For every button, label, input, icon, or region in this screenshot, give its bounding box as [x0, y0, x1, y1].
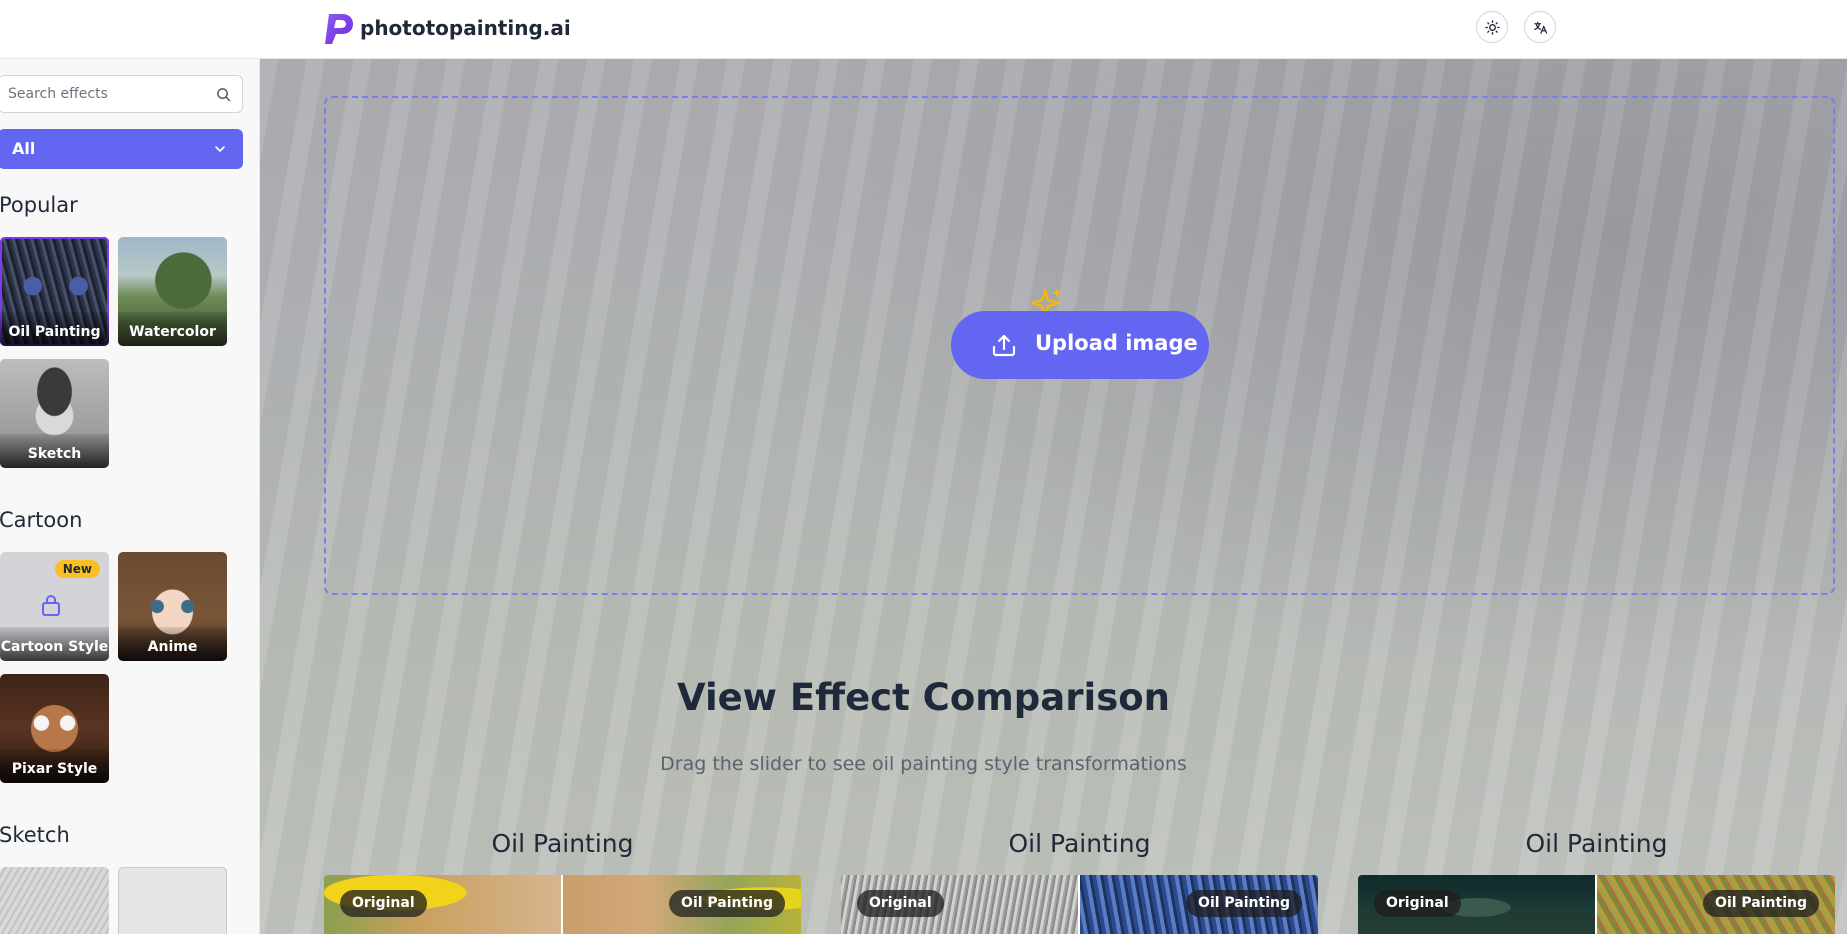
effect-card-label: Oil Painting — [0, 312, 109, 346]
upload-image-button[interactable]: Upload image — [951, 311, 1209, 379]
search-placeholder: Search effects — [8, 86, 108, 102]
effect-card-anime[interactable]: Anime — [118, 552, 227, 661]
oil-painting-label: Oil Painting — [669, 890, 785, 917]
search-input[interactable]: Search effects — [0, 75, 243, 113]
main-content — [260, 59, 1847, 934]
chevron-down-icon — [215, 146, 225, 152]
comparison-subtitle: Drag the slider to see oil painting styl… — [660, 753, 1187, 775]
effect-card-label: Cartoon Style — [0, 627, 109, 661]
comparison-slider-3[interactable]: Original Oil Painting — [1358, 875, 1835, 934]
section-title-popular: Popular — [0, 193, 78, 217]
lock-icon — [42, 594, 60, 616]
upload-icon — [992, 334, 1016, 357]
effect-card-label: Anime — [118, 627, 227, 661]
original-label: Original — [857, 890, 944, 917]
comparison-title-1: Oil Painting — [491, 829, 634, 858]
original-label: Original — [340, 890, 427, 917]
effect-card-sketch-portrait-1[interactable] — [0, 867, 109, 934]
effect-card-label: Watercolor — [118, 312, 227, 346]
translate-icon — [1533, 21, 1547, 34]
slider-divider[interactable] — [1595, 875, 1597, 934]
effect-card-label: Sketch — [0, 434, 109, 468]
comparison-title-3: Oil Painting — [1525, 829, 1668, 858]
section-title-cartoon: Cartoon — [0, 508, 83, 532]
effect-card-watercolor[interactable]: Watercolor — [118, 237, 227, 346]
sun-icon — [1484, 19, 1500, 35]
effect-card-cartoon-style[interactable]: New Cartoon Style — [0, 552, 109, 661]
new-badge: New — [54, 560, 100, 578]
comparison-title: View Effect Comparison — [677, 676, 1170, 719]
effect-card-sketch-portrait-2[interactable] — [118, 867, 227, 934]
original-label: Original — [1374, 890, 1461, 917]
top-header: phototopainting.ai — [0, 0, 1847, 59]
logo-icon — [325, 14, 353, 44]
effects-sidebar: Search effects All Popular Oil Painting … — [0, 59, 260, 934]
section-title-sketch: Sketch — [0, 823, 70, 847]
comparison-slider-1[interactable]: Original Oil Painting — [324, 875, 801, 934]
effect-card-sketch[interactable]: Sketch — [0, 359, 109, 468]
logo[interactable]: phototopainting.ai — [323, 10, 571, 46]
comparison-title-2: Oil Painting — [1008, 829, 1151, 858]
slider-divider[interactable] — [561, 875, 563, 934]
search-icon — [217, 88, 231, 102]
theme-toggle-button[interactable] — [1476, 11, 1508, 43]
language-button[interactable] — [1524, 11, 1556, 43]
upload-image-label: Upload image — [1035, 331, 1198, 355]
category-select-value: All — [12, 139, 36, 158]
oil-painting-label: Oil Painting — [1703, 890, 1819, 917]
logo-text: phototopainting.ai — [360, 16, 571, 40]
effect-card-oil-painting[interactable]: Oil Painting — [0, 237, 109, 346]
oil-painting-label: Oil Painting — [1186, 890, 1302, 917]
slider-divider[interactable] — [1078, 875, 1080, 934]
comparison-slider-2[interactable]: Original Oil Painting — [841, 875, 1318, 934]
category-select[interactable]: All — [0, 129, 243, 169]
